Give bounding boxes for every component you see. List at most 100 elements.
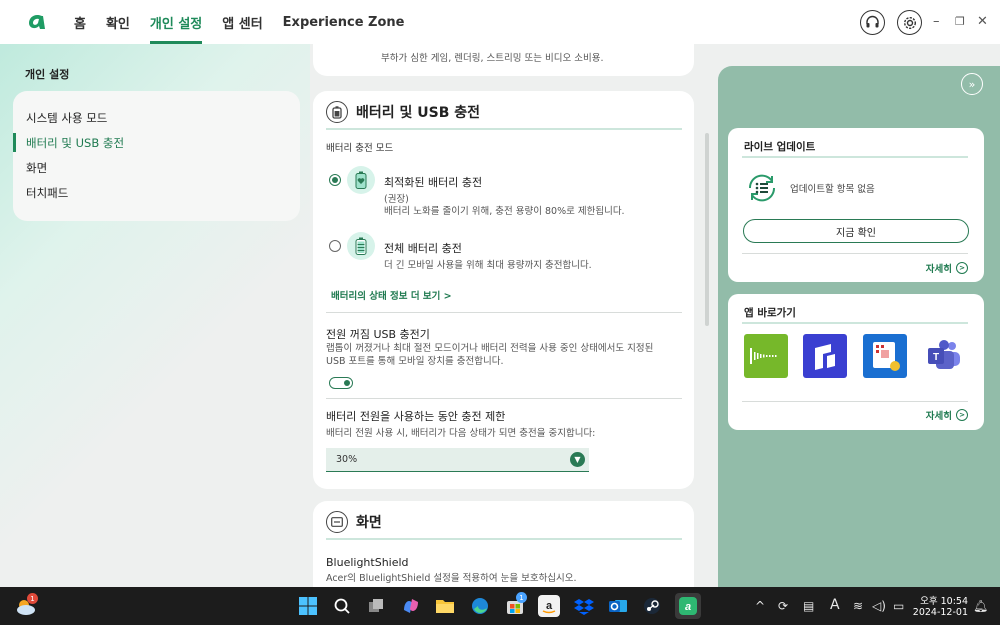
volume-icon[interactable]: ◁) <box>872 599 886 613</box>
app-shortcuts-more-link[interactable]: 자세히 > <box>926 408 968 422</box>
collapse-panel-icon[interactable]: » <box>961 73 983 95</box>
divider <box>326 312 682 313</box>
weather-badge: 1 <box>27 593 38 604</box>
usb-charger-title: 전원 꺼짐 USB 충전기 <box>326 328 430 341</box>
live-update-more-link[interactable]: 자세히 > <box>926 261 968 275</box>
copilot-icon[interactable] <box>400 595 422 617</box>
app-shortcuts-card: 앱 바로가기 T 자세히 > <box>728 294 984 430</box>
charge-mode-label: 배터리 충전 모드 <box>326 143 394 154</box>
card-divider <box>742 322 968 324</box>
battery-heart-icon <box>347 166 375 194</box>
nav-app-center[interactable]: 앱 센터 <box>222 0 262 44</box>
search-icon[interactable] <box>331 595 353 617</box>
stack-app-icon[interactable] <box>803 334 847 378</box>
nav-home[interactable]: 홈 <box>74 0 86 44</box>
card-divider <box>742 401 968 402</box>
restore-button[interactable]: ❐ <box>955 15 965 28</box>
nav-experience-zone[interactable]: Experience Zone <box>283 0 405 44</box>
notification-bell-icon[interactable]: 🔔︎ <box>973 599 988 613</box>
optimized-charge-title: 최적화된 배터리 충전 <box>384 176 483 189</box>
outlook-icon[interactable] <box>607 595 629 617</box>
charge-limit-title: 배터리 전원을 사용하는 동안 충전 제한 <box>326 410 506 423</box>
display-section-icon <box>326 511 348 533</box>
usb-charger-toggle[interactable] <box>329 377 353 389</box>
full-charge-title: 전체 배터리 충전 <box>384 242 462 255</box>
windows-start-icon[interactable] <box>297 595 319 617</box>
full-charge-radio[interactable] <box>329 240 341 252</box>
settings-content[interactable]: 부하가 심한 게임, 렌더링, 스트리밍 또는 비디오 소비용. 배터리 및 U… <box>310 44 710 587</box>
weather-widget[interactable]: 1 <box>14 593 38 617</box>
svg-text:a: a <box>685 601 691 613</box>
amazon-app-icon[interactable]: a <box>538 595 560 617</box>
sync-tray-icon[interactable]: ⟳ <box>778 599 788 613</box>
clock-date[interactable]: 2024-12-01 <box>912 607 968 618</box>
bluelightshield-desc: Acer의 BluelightShield 설정을 적용하여 눈을 보호하십시오… <box>326 573 577 584</box>
svg-text:T: T <box>933 352 939 363</box>
battery-full-icon <box>347 232 375 260</box>
task-view-icon[interactable] <box>365 595 387 617</box>
mode-description: 부하가 심한 게임, 렌더링, 스트리밍 또는 비디오 소비용. <box>381 53 604 64</box>
acer-app-taskbar-icon[interactable]: a <box>675 593 701 619</box>
card-divider <box>742 156 968 158</box>
audio-app-icon[interactable] <box>744 334 788 378</box>
steam-icon[interactable] <box>641 595 663 617</box>
more-label: 자세히 <box>925 264 952 275</box>
optimized-charge-desc: 배터리 노화를 줄이기 위해, 충전 용량이 80%로 제한됩니다. <box>384 206 625 217</box>
edge-browser-icon[interactable] <box>469 595 491 617</box>
svg-text:a: a <box>546 600 553 612</box>
file-explorer-icon[interactable] <box>434 595 456 617</box>
display-card: 화면 BluelightShield Acer의 BluelightShield… <box>313 501 694 587</box>
sidebar-item-display[interactable]: 화면 <box>13 155 300 180</box>
app-header: 홈 확인 개인 설정 앱 센터 Experience Zone – ❐ ✕ <box>0 0 1000 44</box>
system-mode-card-partial: 부하가 심한 게임, 렌더링, 스트리밍 또는 비디오 소비용. <box>313 44 694 76</box>
more-label: 자세히 <box>925 411 952 422</box>
nav-personal-settings[interactable]: 개인 설정 <box>149 0 203 44</box>
wifi-icon[interactable]: ≋ <box>853 599 863 613</box>
display-section-title: 화면 <box>356 515 382 531</box>
settings-gear-icon[interactable] <box>897 10 922 35</box>
content-scrollbar[interactable] <box>705 133 709 326</box>
store-badge: 1 <box>516 592 527 603</box>
chevron-right-icon: > <box>956 409 968 421</box>
ime-indicator[interactable]: A <box>830 597 840 613</box>
charge-limit-value: 30% <box>336 454 358 465</box>
usb-charger-desc: 랩톱이 꺼졌거나 최대 절전 모드이거나 배터리 전력을 사용 중인 상태에서도… <box>326 343 654 367</box>
battery-usb-card: 배터리 및 USB 충전 배터리 충전 모드 최적화된 배터리 충전 (권장) … <box>313 91 694 489</box>
battery-section-title: 배터리 및 USB 충전 <box>356 105 481 121</box>
divider <box>326 398 682 399</box>
chevron-right-icon: > <box>956 262 968 274</box>
close-button[interactable]: ✕ <box>977 14 988 29</box>
minimize-button[interactable]: – <box>933 14 940 29</box>
top-nav: 홈 확인 개인 설정 앱 센터 Experience Zone <box>74 0 424 44</box>
sidebar-item-touchpad[interactable]: 터치패드 <box>13 180 300 205</box>
card-divider <box>742 253 968 254</box>
acer-logo[interactable] <box>26 11 48 33</box>
update-sync-icon <box>748 174 776 202</box>
charge-limit-select[interactable]: 30% ▼ <box>326 448 589 472</box>
battery-tray-icon[interactable]: ▭ <box>893 599 904 613</box>
clipboard-tray-icon[interactable]: ▤ <box>803 599 814 613</box>
ms-store-icon[interactable]: 1 <box>504 592 527 617</box>
live-update-card: 라이브 업데이트 업데이트할 항목 없음 지금 확인 자세히 > <box>728 128 984 282</box>
chevron-down-icon[interactable]: ▼ <box>570 452 585 467</box>
nav-check[interactable]: 확인 <box>106 0 130 44</box>
windows-taskbar: 1 1 a a ^ ⟳ ▤ A ≋ ◁) ▭ 오후 10:54 2024-12-… <box>0 587 1000 625</box>
clock-time[interactable]: 오후 10:54 <box>912 593 968 607</box>
teams-app-icon[interactable]: T <box>922 334 966 378</box>
sidebar-item-system-mode[interactable]: 시스템 사용 모드 <box>13 105 300 130</box>
optimized-charge-radio[interactable] <box>329 174 341 186</box>
headset-icon[interactable] <box>860 10 885 35</box>
charge-limit-desc: 배터리 전원 사용 시, 배터리가 다음 상태가 되면 충전을 중지합니다: <box>326 428 596 439</box>
sidebar-item-battery-usb[interactable]: 배터리 및 USB 충전 <box>13 130 300 155</box>
live-update-title: 라이브 업데이트 <box>744 141 816 153</box>
battery-health-link[interactable]: 배터리의 상태 정보 더 보기 > <box>331 288 452 302</box>
section-divider <box>326 128 682 130</box>
dropbox-icon[interactable] <box>573 595 595 617</box>
check-now-button[interactable]: 지금 확인 <box>743 219 969 243</box>
section-divider <box>326 538 682 540</box>
left-section-title: 개인 설정 <box>25 68 70 81</box>
update-status: 업데이트할 항목 없음 <box>790 184 875 195</box>
tray-chevron-up-icon[interactable]: ^ <box>755 599 765 613</box>
snip-app-icon[interactable] <box>863 334 907 378</box>
full-charge-desc: 더 긴 모바일 사용을 위해 최대 용량까지 충전합니다. <box>384 260 592 271</box>
